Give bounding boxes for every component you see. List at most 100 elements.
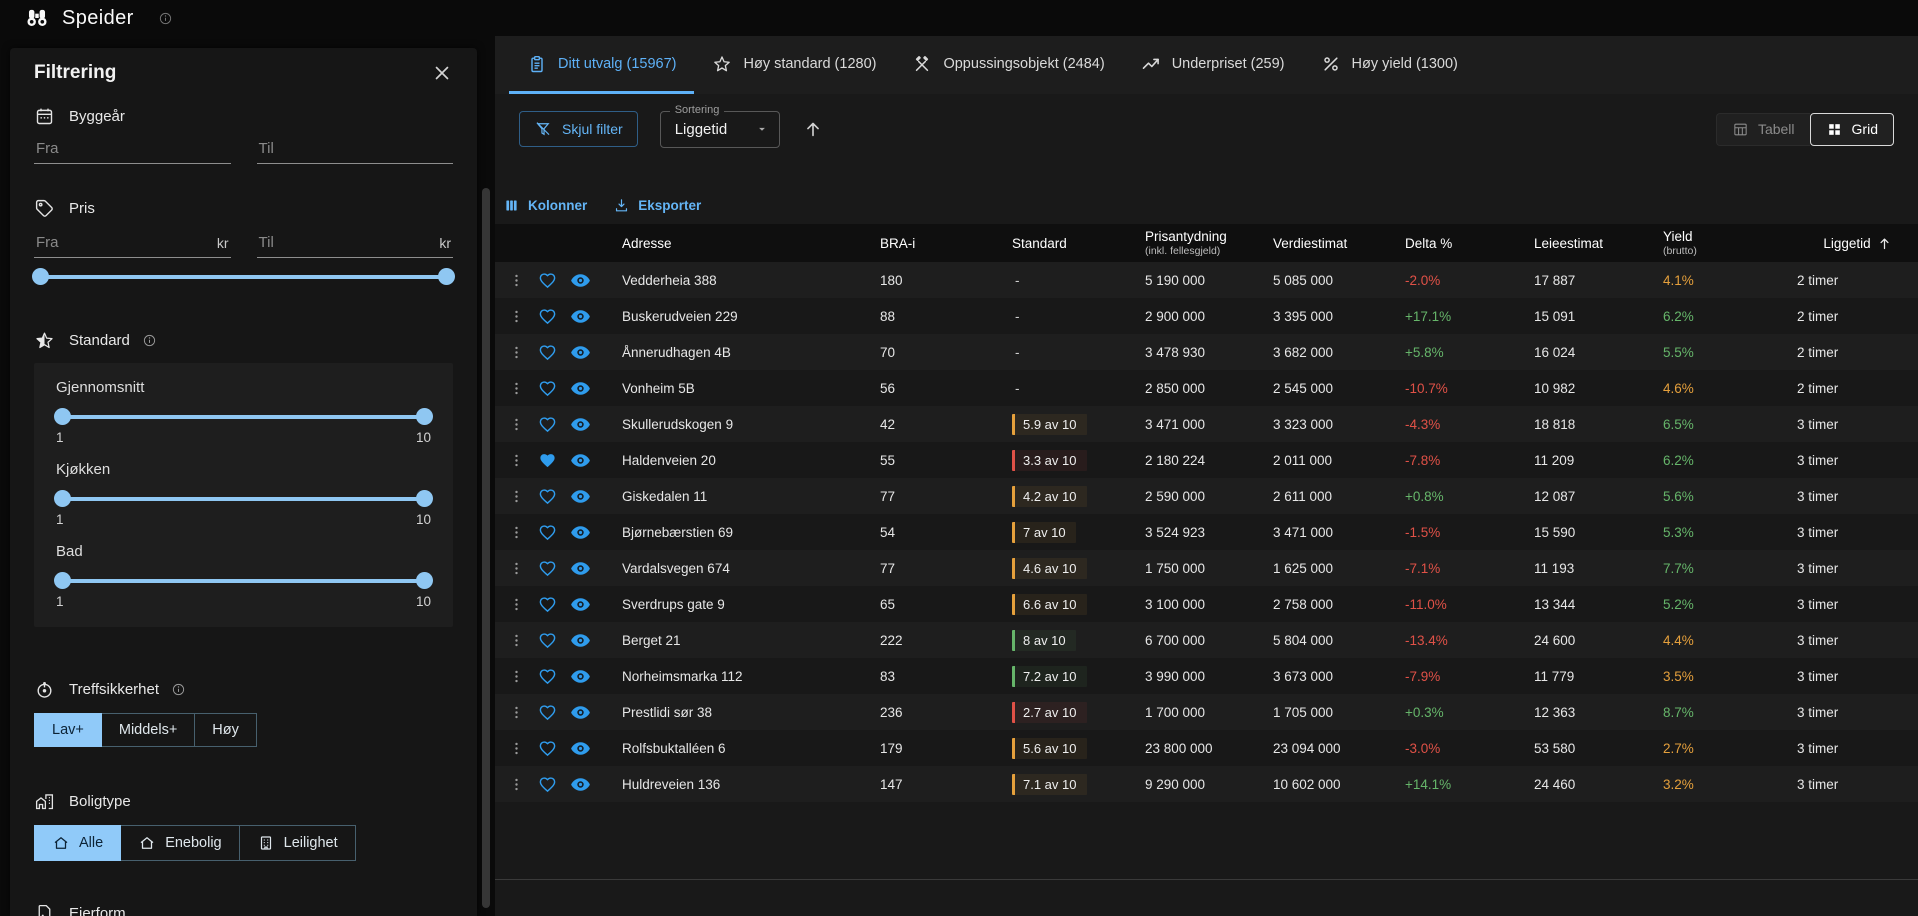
watch-eye-icon[interactable]: [570, 414, 591, 435]
row-menu-icon[interactable]: [508, 668, 525, 685]
byggear-til-input[interactable]: Til: [257, 127, 454, 164]
watch-eye-icon[interactable]: [570, 342, 591, 363]
treffsikkerhet-option-høy[interactable]: Høy: [194, 713, 257, 747]
watch-eye-icon[interactable]: [570, 558, 591, 579]
tab-hoy-standard[interactable]: Høy standard (1280): [694, 36, 894, 94]
boligtype-option-enebolig[interactable]: Enebolig: [120, 825, 239, 861]
range-slider[interactable]: [56, 572, 431, 590]
watch-eye-icon[interactable]: [570, 450, 591, 471]
standard-info-icon[interactable]: [142, 333, 157, 348]
tab-label: Høy standard (1280): [743, 56, 876, 72]
view-table-button[interactable]: Tabell: [1716, 113, 1810, 146]
scrollbar-thumb[interactable]: [482, 188, 490, 908]
view-grid-button[interactable]: Grid: [1810, 113, 1894, 146]
watch-eye-icon[interactable]: [570, 522, 591, 543]
hide-filter-button[interactable]: Skjul filter: [519, 111, 638, 147]
watch-eye-icon[interactable]: [570, 774, 591, 795]
watch-eye-icon[interactable]: [570, 630, 591, 651]
slider-handle-min[interactable]: [54, 408, 71, 425]
slider-track[interactable]: [34, 275, 453, 279]
row-menu-icon[interactable]: [508, 776, 525, 793]
header-verdiestimat[interactable]: Verdiestimat: [1273, 236, 1405, 251]
sort-direction-icon[interactable]: [802, 118, 824, 140]
slider-track[interactable]: [56, 579, 431, 583]
favorite-heart-icon[interactable]: [538, 271, 557, 290]
treffsikkerhet-option-lav[interactable]: Lav+: [34, 713, 102, 747]
slider-handle-min[interactable]: [54, 490, 71, 507]
watch-eye-icon[interactable]: [570, 486, 591, 507]
favorite-heart-icon[interactable]: [538, 739, 557, 758]
byggear-fra-input[interactable]: Fra: [34, 127, 231, 164]
row-menu-icon[interactable]: [508, 308, 525, 325]
app-info-icon[interactable]: [158, 11, 173, 26]
watch-eye-icon[interactable]: [570, 738, 591, 759]
favorite-heart-icon[interactable]: [538, 343, 557, 362]
range-slider[interactable]: [56, 408, 431, 426]
header-liggetid[interactable]: Liggetid: [1797, 236, 1918, 251]
watch-eye-icon[interactable]: [570, 270, 591, 291]
favorite-heart-icon[interactable]: [538, 307, 557, 326]
header-adresse[interactable]: Adresse: [622, 236, 880, 251]
close-icon[interactable]: [431, 62, 453, 84]
slider-track[interactable]: [56, 497, 431, 501]
slider-handle-min[interactable]: [54, 572, 71, 589]
slider-handle-min[interactable]: [32, 268, 49, 285]
watch-eye-icon[interactable]: [570, 306, 591, 327]
table-row: Bjørnebærstien 69547 av 103 524 9233 471…: [495, 514, 1918, 550]
row-menu-icon[interactable]: [508, 452, 525, 469]
favorite-heart-icon[interactable]: [538, 415, 557, 434]
row-menu-icon[interactable]: [508, 560, 525, 577]
header-delta[interactable]: Delta %: [1405, 236, 1534, 251]
row-menu-icon[interactable]: [508, 704, 525, 721]
row-menu-icon[interactable]: [508, 632, 525, 649]
slider-handle-max[interactable]: [416, 572, 433, 589]
slider-track[interactable]: [56, 415, 431, 419]
treffsikkerhet-option-middels[interactable]: Middels+: [101, 713, 195, 747]
header-standard[interactable]: Standard: [1012, 236, 1145, 251]
watch-eye-icon[interactable]: [570, 378, 591, 399]
tab-underpriset[interactable]: Underpriset (259): [1123, 36, 1303, 94]
columns-button[interactable]: Kolonner: [503, 197, 587, 214]
favorite-heart-icon[interactable]: [538, 487, 557, 506]
row-menu-icon[interactable]: [508, 524, 525, 541]
slider-handle-max[interactable]: [416, 408, 433, 425]
pris-fra-input[interactable]: Fra kr: [34, 221, 231, 258]
watch-eye-icon[interactable]: [570, 666, 591, 687]
favorite-heart-icon[interactable]: [538, 703, 557, 722]
watch-eye-icon[interactable]: [570, 594, 591, 615]
row-menu-icon[interactable]: [508, 488, 525, 505]
row-menu-icon[interactable]: [508, 740, 525, 757]
pris-range-slider[interactable]: [34, 268, 453, 286]
boligtype-option-leilighet[interactable]: Leilighet: [239, 825, 356, 861]
row-menu-icon[interactable]: [508, 344, 525, 361]
header-prisantydning[interactable]: Prisantydning(inkl. fellesgjeld): [1145, 229, 1273, 257]
favorite-heart-icon[interactable]: [538, 775, 557, 794]
favorite-heart-icon[interactable]: [538, 667, 557, 686]
row-menu-icon[interactable]: [508, 416, 525, 433]
header-leieestimat[interactable]: Leieestimat: [1534, 236, 1663, 251]
cell-liggetid: 3 timer: [1797, 705, 1918, 720]
favorite-heart-icon[interactable]: [538, 451, 557, 470]
range-slider[interactable]: [56, 490, 431, 508]
header-bra[interactable]: BRA-i: [880, 236, 1012, 251]
export-button[interactable]: Eksporter: [613, 197, 701, 214]
favorite-heart-icon[interactable]: [538, 559, 557, 578]
slider-handle-max[interactable]: [416, 490, 433, 507]
header-yield[interactable]: Yield(brutto): [1663, 229, 1797, 257]
favorite-heart-icon[interactable]: [538, 631, 557, 650]
treffsikkerhet-info-icon[interactable]: [171, 682, 186, 697]
tab-hoy-yield[interactable]: Høy yield (1300): [1303, 36, 1476, 94]
slider-handle-max[interactable]: [438, 268, 455, 285]
row-menu-icon[interactable]: [508, 596, 525, 613]
favorite-heart-icon[interactable]: [538, 595, 557, 614]
tab-oppussingsobjekt[interactable]: Oppussingsobjekt (2484): [894, 36, 1122, 94]
favorite-heart-icon[interactable]: [538, 379, 557, 398]
boligtype-option-alle[interactable]: Alle: [34, 825, 121, 861]
sort-select[interactable]: Sortering Liggetid: [660, 111, 780, 148]
pris-til-input[interactable]: Til kr: [257, 221, 454, 258]
favorite-heart-icon[interactable]: [538, 523, 557, 542]
tab-ditt-utvalg[interactable]: Ditt utvalg (15967): [509, 36, 694, 94]
row-menu-icon[interactable]: [508, 272, 525, 289]
row-menu-icon[interactable]: [508, 380, 525, 397]
watch-eye-icon[interactable]: [570, 702, 591, 723]
